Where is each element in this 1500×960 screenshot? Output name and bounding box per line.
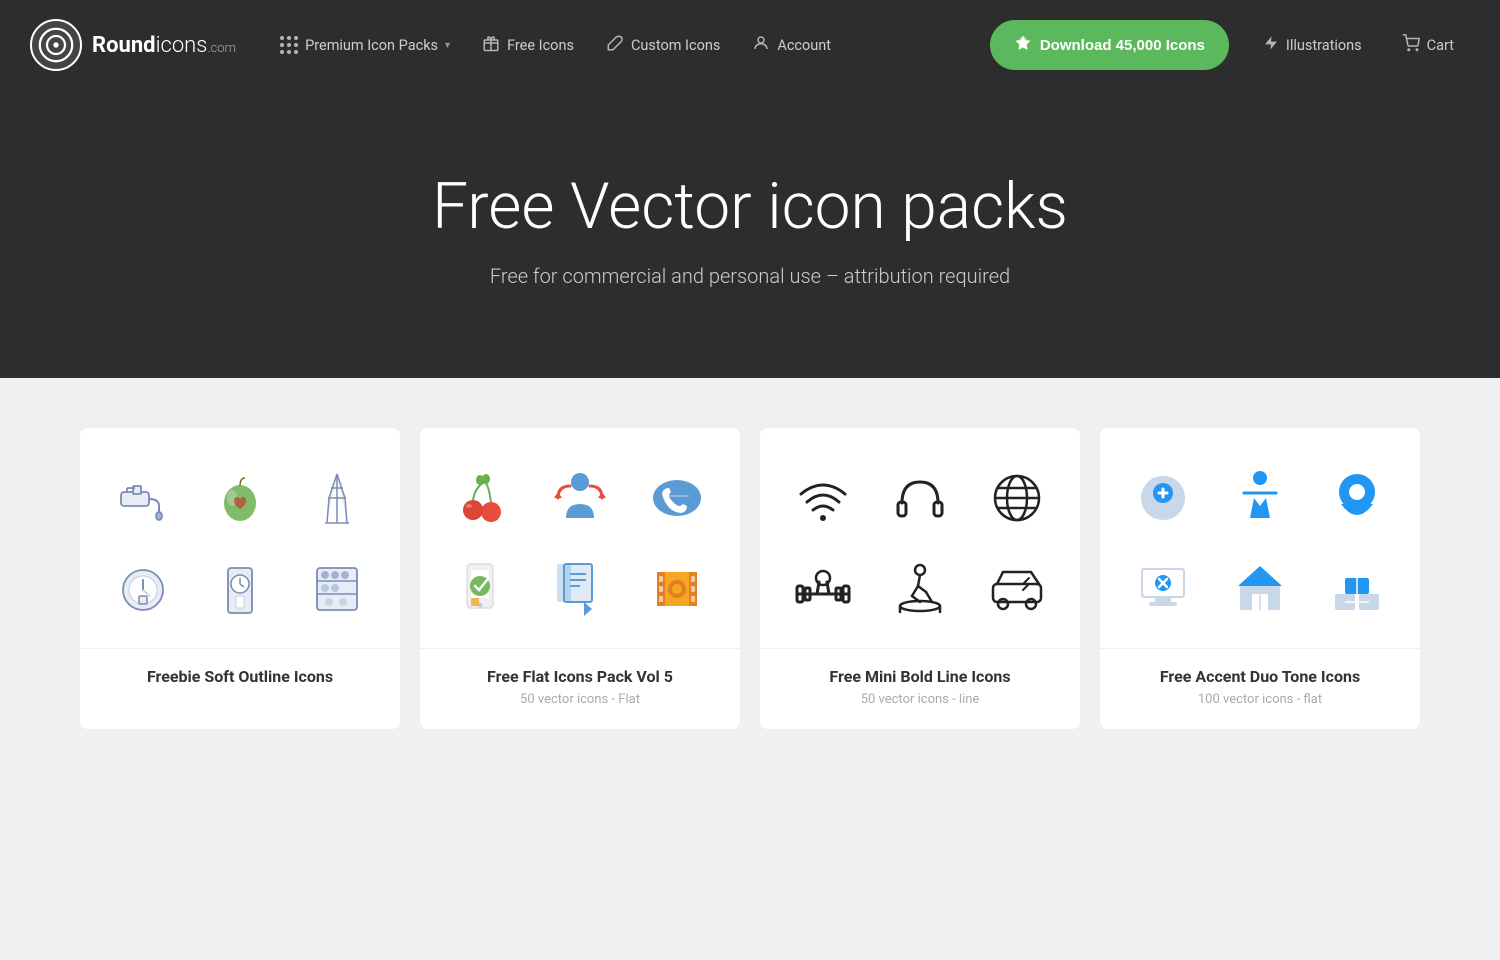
- nav-item-cart[interactable]: Cart: [1386, 0, 1470, 90]
- faucet-icon: [103, 458, 183, 538]
- blueprint-icon: [540, 548, 620, 628]
- card-icons-soft-outline: [80, 428, 400, 648]
- card-flat-vol5[interactable]: Free Flat Icons Pack Vol 5 50 vector ico…: [420, 428, 740, 729]
- weightlifting-icon: [783, 548, 863, 628]
- hero-section: Free Vector icon packs Free for commerci…: [0, 90, 1500, 378]
- card-icons-line: [760, 428, 1080, 648]
- abacus-icon: [297, 548, 377, 628]
- location-pin-icon: [1317, 458, 1397, 538]
- grid-icon: [280, 36, 298, 54]
- card-mini-bold[interactable]: Free Mini Bold Line Icons 50 vector icon…: [760, 428, 1080, 729]
- hero-title: Free Vector icon packs: [40, 170, 1460, 244]
- monitor-x-icon: [1123, 548, 1203, 628]
- person-sync-icon: [540, 458, 620, 538]
- boxes-icon: [1317, 548, 1397, 628]
- nav-item-illustrations[interactable]: Illustrations: [1247, 0, 1378, 90]
- globe-icon: [977, 458, 1057, 538]
- wifi-icon: [783, 458, 863, 538]
- card-title: Free Flat Icons Pack Vol 5: [440, 667, 720, 686]
- cherries-icon: [443, 458, 523, 538]
- nav-item-account[interactable]: Account: [736, 0, 847, 90]
- treadmill-icon: [880, 548, 960, 628]
- cart-icon: [1402, 34, 1420, 56]
- lightning-icon: [1263, 35, 1279, 55]
- nav-item-free[interactable]: Free Icons: [466, 0, 590, 90]
- mobile-check-icon: [443, 548, 523, 628]
- nav-item-custom[interactable]: Custom Icons: [590, 0, 736, 90]
- brush-icon: [606, 34, 624, 56]
- logo-text: Roundicons.com: [92, 33, 236, 58]
- film-roll-icon: [637, 548, 717, 628]
- gift-icon: [482, 34, 500, 56]
- user-icon: [752, 34, 770, 56]
- storefront-icon: [1220, 548, 1300, 628]
- card-meta: 50 vector icons - Flat: [440, 692, 720, 707]
- card-icons-duotone: [1100, 428, 1420, 648]
- logo-icon: [30, 19, 82, 71]
- award-icon: [1014, 34, 1032, 56]
- card-title: Free Accent Duo Tone Icons: [1120, 667, 1400, 686]
- hero-subtitle: Free for commercial and personal use – a…: [40, 264, 1460, 288]
- electric-car-icon: [977, 548, 1057, 628]
- cards-grid: Freebie Soft Outline Icons: [80, 428, 1420, 729]
- navbar: Roundicons.com Premium Icon Packs ▾: [0, 0, 1500, 90]
- card-accent-duo[interactable]: Free Accent Duo Tone Icons 100 vector ic…: [1100, 428, 1420, 729]
- headphones-icon: [880, 458, 960, 538]
- card-icons-flat: [420, 428, 740, 648]
- download-cta-button[interactable]: Download 45,000 Icons: [990, 20, 1229, 70]
- add-circle-icon: [1123, 458, 1203, 538]
- eiffel-tower-icon: [297, 458, 377, 538]
- cards-section: Freebie Soft Outline Icons: [0, 378, 1500, 789]
- card-title: Free Mini Bold Line Icons: [780, 667, 1060, 686]
- card-info-soft-outline: Freebie Soft Outline Icons: [80, 648, 400, 714]
- card-soft-outline[interactable]: Freebie Soft Outline Icons: [80, 428, 400, 729]
- card-meta: 100 vector icons - flat: [1120, 692, 1400, 707]
- card-info-flat: Free Flat Icons Pack Vol 5 50 vector ico…: [420, 648, 740, 729]
- card-info-duotone: Free Accent Duo Tone Icons 100 vector ic…: [1100, 648, 1420, 729]
- clock-icon: [200, 548, 280, 628]
- compass-icon: [103, 548, 183, 628]
- card-title: Freebie Soft Outline Icons: [100, 667, 380, 686]
- nav-items: Premium Icon Packs ▾ Free Icons: [264, 0, 972, 90]
- card-info-line: Free Mini Bold Line Icons 50 vector icon…: [760, 648, 1080, 729]
- chevron-down-icon: ▾: [445, 40, 450, 51]
- card-meta: 50 vector icons - line: [780, 692, 1060, 707]
- person-standing-icon: [1220, 458, 1300, 538]
- telephone-icon: [637, 458, 717, 538]
- nav-item-premium[interactable]: Premium Icon Packs ▾: [264, 0, 466, 90]
- logo[interactable]: Roundicons.com: [30, 19, 236, 71]
- apple-icon: [200, 458, 280, 538]
